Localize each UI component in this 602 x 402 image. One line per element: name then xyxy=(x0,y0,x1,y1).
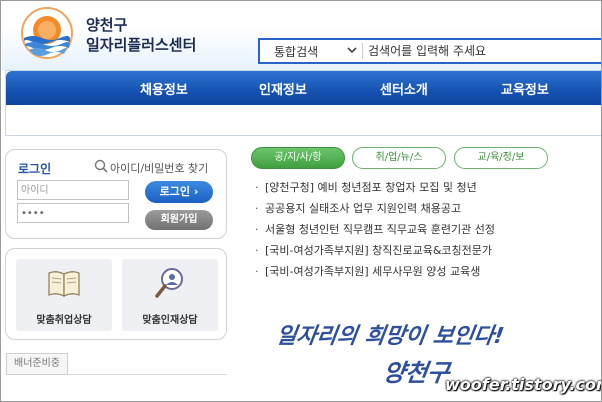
login-title: 로그인 xyxy=(18,162,52,176)
book-icon xyxy=(48,271,80,297)
banner-divider xyxy=(68,374,227,375)
banner-placeholder: 배너준비중 xyxy=(6,353,68,375)
bullet: · xyxy=(255,181,259,194)
tab-education-info[interactable]: 교/육/정/보 xyxy=(454,147,548,169)
tab-notice[interactable]: 공/지/사/항 xyxy=(251,147,345,169)
list-item[interactable]: · [국비-여성가족부지원] 세무사무원 양성 교육생 xyxy=(255,263,601,284)
search-bar: 통합검색 xyxy=(258,38,601,64)
find-account-link[interactable]: 아이디/비밀번호 찾기 xyxy=(110,160,208,176)
login-button[interactable]: 로그인 › xyxy=(145,181,213,203)
notice-title[interactable]: [양천구청] 예비 청년점포 창업자 모집 및 청년 xyxy=(265,181,477,194)
slogan-line2: 양천구 xyxy=(381,359,453,387)
nav-item-jobs[interactable]: 채용정보 xyxy=(140,79,188,98)
job-consult-label: 맞춤취업상담 xyxy=(36,315,92,326)
page-frame: 양천구 일자리플러스센터 통합검색 채용정보 인재정보 센터소개 교육정보 로그… xyxy=(0,0,602,402)
notice-list: · [양천구청] 예비 청년점포 창업자 모집 및 청년 · 공공용지 실태조사 업… xyxy=(255,179,601,284)
notice-title[interactable]: 서울형 청년인턴 직무캠프 직무교육 훈련기관 선정 xyxy=(265,223,495,236)
talent-consult-button[interactable]: 맞춤인재상담 xyxy=(122,259,218,331)
org-name-line1: 양천구 xyxy=(86,16,128,34)
search-category-select[interactable]: 통합검색 xyxy=(274,43,318,60)
slogan-line1: 일자리의 희망이 보인다! xyxy=(275,323,506,349)
bullet: · xyxy=(255,202,259,215)
search-divider xyxy=(362,43,363,59)
magnifier-person-icon xyxy=(155,268,183,298)
org-name-line2: 일자리플러스센터 xyxy=(86,36,197,54)
notice-title[interactable]: [국비-여성가족부지원] 세무사무원 양성 교육생 xyxy=(265,265,480,278)
list-item[interactable]: · 서울형 청년인턴 직무캠프 직무교육 훈련기관 선정 xyxy=(255,221,601,242)
watermark: woofer.tistory.com xyxy=(445,375,602,394)
id-field[interactable] xyxy=(17,180,129,200)
nav-bar: 채용정보 인재정보 센터소개 교육정보 xyxy=(6,71,601,105)
bullet: · xyxy=(255,244,259,257)
search-input[interactable] xyxy=(368,42,600,60)
login-panel: 로그인 아이디/비밀번호 찾기 로그인 › 회원가입 xyxy=(5,149,227,239)
tab-job-news[interactable]: 취/업/뉴/스 xyxy=(352,147,446,169)
main-navigation: 채용정보 인재정보 센터소개 교육정보 xyxy=(5,70,601,136)
job-consult-button[interactable]: 맞춤취업상담 xyxy=(16,259,112,331)
bullet: · xyxy=(255,265,259,278)
password-field[interactable] xyxy=(17,203,129,223)
list-item[interactable]: · [양천구청] 예비 청년점포 창업자 모집 및 청년 xyxy=(255,179,601,200)
notice-title[interactable]: [국비-여성가족부지원] 창직진로교육&코칭전문가 xyxy=(265,244,492,257)
talent-consult-label: 맞춤인재상담 xyxy=(142,315,198,326)
list-item[interactable]: · 공공용지 실태조사 업무 지원인력 채용공고 xyxy=(255,200,601,221)
nav-item-talent[interactable]: 인재정보 xyxy=(259,79,307,98)
notice-title[interactable]: 공공용지 실태조사 업무 지원인력 채용공고 xyxy=(265,202,461,215)
consult-panel: 맞춤취업상담 맞춤인재상담 xyxy=(5,248,227,340)
header: 양천구 일자리플러스센터 통합검색 xyxy=(2,2,601,70)
nav-item-education[interactable]: 교육정보 xyxy=(501,79,549,98)
bullet: · xyxy=(255,223,259,236)
magnifier-icon xyxy=(94,159,108,173)
list-item[interactable]: · [국비-여성가족부지원] 창직진로교육&코칭전문가 xyxy=(255,242,601,263)
join-button[interactable]: 회원가입 xyxy=(145,210,213,230)
sun-over-waves-logo-icon[interactable] xyxy=(20,6,74,62)
chevron-down-icon[interactable] xyxy=(346,44,358,56)
nav-item-center[interactable]: 센터소개 xyxy=(380,79,428,98)
